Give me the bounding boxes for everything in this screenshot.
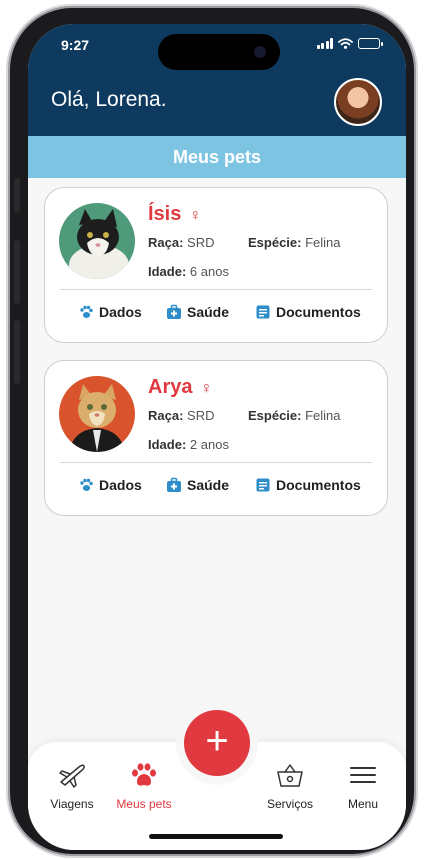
tab-meus-pets[interactable]: Meus pets [112, 762, 176, 811]
battery-icon [358, 38, 383, 49]
paw-icon [80, 305, 93, 318]
pet-species: Espécie: Felina [248, 408, 341, 423]
pet-actions: Dados Saúde Documentos [45, 304, 387, 328]
tab-label: Viagens [50, 797, 94, 811]
pet-actions: Dados Saúde Documentos [45, 477, 387, 501]
pet-name: Ísis ♀ [148, 203, 202, 225]
signal-icon [316, 38, 333, 49]
pet-photo [59, 376, 135, 452]
pet-photo [59, 203, 135, 279]
airplane-icon [59, 764, 85, 788]
status-time: 9:27 [61, 37, 90, 53]
screen: 9:27 Olá, Lorena. Meus pets Ísis ♀ Raça:… [28, 24, 406, 850]
saude-button[interactable]: Saúde [166, 477, 229, 493]
tab-servicos[interactable]: Serviços [264, 762, 316, 811]
card-divider [60, 462, 372, 463]
pet-age: Idade: 2 anos [148, 437, 229, 452]
volume-down-button [14, 320, 20, 384]
tab-label: Meus pets [116, 797, 172, 811]
medical-kit-icon [167, 304, 181, 319]
pet-card[interactable]: Arya ♀ Raça: SRD Espécie: Felina Idade: 2… [44, 360, 388, 516]
tab-viagens[interactable]: Viagens [48, 762, 96, 811]
card-divider [60, 289, 372, 290]
dados-button[interactable]: Dados [78, 304, 142, 320]
user-avatar[interactable] [334, 78, 382, 126]
basket-icon [277, 764, 303, 787]
pet-breed: Raça: SRD [148, 408, 215, 423]
section-title: Meus pets [28, 136, 406, 178]
dynamic-island [158, 34, 280, 70]
add-pet-button[interactable]: + [184, 710, 250, 776]
document-icon [256, 478, 270, 492]
saude-button[interactable]: Saúde [166, 304, 229, 320]
pet-age: Idade: 6 anos [148, 264, 229, 279]
hamburger-menu-icon [350, 767, 376, 783]
status-icons [316, 38, 383, 49]
greeting-title: Olá, Lorena. [51, 88, 167, 111]
app-header: 9:27 Olá, Lorena. [28, 24, 406, 136]
documentos-button[interactable]: Documentos [255, 477, 361, 493]
female-icon: ♀ [200, 380, 213, 397]
tab-menu[interactable]: Menu [340, 762, 386, 811]
pet-card[interactable]: Ísis ♀ Raça: SRD Espécie: Felina Idade: 6… [44, 187, 388, 343]
document-icon [256, 305, 270, 319]
pet-species: Espécie: Felina [248, 235, 341, 250]
documentos-button[interactable]: Documentos [255, 304, 361, 320]
female-icon: ♀ [189, 207, 202, 224]
paw-icon [80, 478, 93, 491]
tab-label: Menu [347, 797, 379, 811]
home-indicator [149, 834, 283, 839]
tab-label: Serviços [266, 797, 313, 811]
pet-name: Arya ♀ [148, 376, 213, 398]
pet-breed: Raça: SRD [148, 235, 215, 250]
camera-icon [254, 46, 266, 58]
paw-icon [132, 763, 156, 786]
medical-kit-icon [167, 477, 181, 492]
volume-up-button [14, 240, 20, 304]
wifi-icon [338, 38, 353, 49]
dados-button[interactable]: Dados [78, 477, 142, 493]
mute-switch [14, 178, 20, 212]
